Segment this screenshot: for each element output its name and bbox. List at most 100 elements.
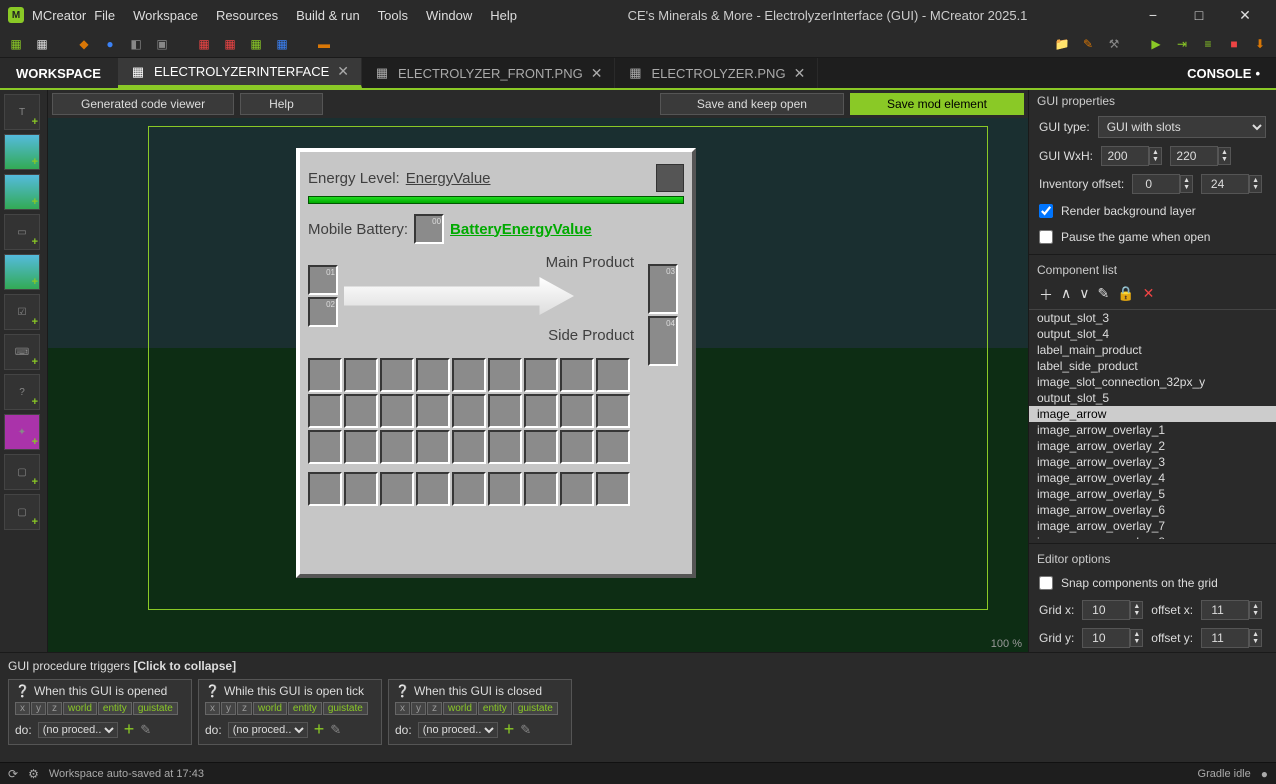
- delete-icon[interactable]: ✕: [1143, 285, 1155, 305]
- offset-y-input[interactable]: [1201, 628, 1249, 648]
- grid-y-input[interactable]: [1082, 628, 1130, 648]
- toolbar-icon[interactable]: ⇥: [1172, 34, 1192, 54]
- edit-procedure-icon[interactable]: ✎: [330, 722, 341, 738]
- component-list-item[interactable]: label_side_product: [1029, 358, 1276, 374]
- palette-tooltip-tool[interactable]: ?: [4, 374, 40, 410]
- inv-offset-x-input[interactable]: [1132, 174, 1180, 194]
- inventory-slot[interactable]: [308, 430, 342, 464]
- toolbar-icon[interactable]: ▣: [152, 34, 172, 54]
- menu-file[interactable]: File: [86, 4, 123, 27]
- toolbar-icon[interactable]: ▦: [220, 34, 240, 54]
- inventory-slot[interactable]: [524, 358, 558, 392]
- help-icon[interactable]: ❔: [15, 684, 30, 698]
- hotbar-slot[interactable]: [560, 472, 594, 506]
- lock-icon[interactable]: 🔒: [1117, 285, 1134, 305]
- spinner-arrows[interactable]: ▲▼: [1180, 175, 1193, 193]
- edit-icon[interactable]: ✎: [1098, 285, 1110, 305]
- component-list-item[interactable]: image_arrow_overlay_7: [1029, 518, 1276, 534]
- inventory-slot[interactable]: [524, 430, 558, 464]
- help-icon[interactable]: ❔: [205, 684, 220, 698]
- inventory-slot[interactable]: [416, 430, 450, 464]
- toolbar-icon[interactable]: ◧: [126, 34, 146, 54]
- pause-checkbox[interactable]: [1039, 230, 1053, 244]
- palette-output-slot-tool[interactable]: ▢: [4, 494, 40, 530]
- slot-02[interactable]: 02: [308, 297, 338, 327]
- inventory-slot[interactable]: [524, 394, 558, 428]
- palette-button-tool[interactable]: ▭: [4, 214, 40, 250]
- hotbar-slot[interactable]: [596, 472, 630, 506]
- slot-00[interactable]: 00: [414, 214, 444, 244]
- hotbar-slot[interactable]: [344, 472, 378, 506]
- spinner-arrows[interactable]: ▲▼: [1249, 629, 1262, 647]
- console-tab[interactable]: CONSOLE•: [1171, 58, 1276, 88]
- workspace-tab[interactable]: WORKSPACE: [0, 58, 118, 88]
- inventory-slot[interactable]: [488, 394, 522, 428]
- toolbar-icon[interactable]: ▦: [194, 34, 214, 54]
- toolbar-icon[interactable]: ≡: [1198, 34, 1218, 54]
- add-component-icon[interactable]: ＋: [1039, 285, 1053, 305]
- palette-slot-tool[interactable]: ▢: [4, 454, 40, 490]
- spinner-arrows[interactable]: ▲▼: [1130, 601, 1143, 619]
- inventory-slot[interactable]: [488, 430, 522, 464]
- hotbar-slot[interactable]: [380, 472, 414, 506]
- component-list[interactable]: output_slot_3output_slot_4label_main_pro…: [1029, 309, 1276, 539]
- toolbar-icon[interactable]: ◆: [74, 34, 94, 54]
- menu-tools[interactable]: Tools: [370, 4, 416, 27]
- component-list-item[interactable]: image_slot_connection_32px_y: [1029, 374, 1276, 390]
- palette-imagebutton-tool[interactable]: [4, 254, 40, 290]
- inventory-slot[interactable]: [344, 358, 378, 392]
- toolbar-folder-icon[interactable]: 📁: [1052, 34, 1072, 54]
- component-list-item[interactable]: image_arrow_overlay_1: [1029, 422, 1276, 438]
- inv-offset-y-input[interactable]: [1201, 174, 1249, 194]
- menu-window[interactable]: Window: [418, 4, 480, 27]
- inventory-slot[interactable]: [560, 430, 594, 464]
- slot-03[interactable]: 03: [648, 264, 678, 314]
- edit-procedure-icon[interactable]: ✎: [520, 722, 531, 738]
- component-list-item[interactable]: image_arrow_overlay_6: [1029, 502, 1276, 518]
- help-button[interactable]: Help: [240, 93, 323, 115]
- toolbar-stop-icon[interactable]: ■: [1224, 34, 1244, 54]
- inventory-slot[interactable]: [596, 394, 630, 428]
- inventory-slot[interactable]: [380, 358, 414, 392]
- window-minimize-button[interactable]: −: [1130, 0, 1176, 30]
- component-list-item[interactable]: image_arrow: [1029, 406, 1276, 422]
- add-procedure-icon[interactable]: +: [124, 719, 135, 740]
- inventory-slot[interactable]: [344, 430, 378, 464]
- component-list-item[interactable]: image_arrow_overlay_8: [1029, 534, 1276, 539]
- gui-preview-panel[interactable]: Energy Level: EnergyValue Mobile Battery…: [296, 148, 696, 578]
- triggers-header[interactable]: GUI procedure triggers [Click to collaps…: [8, 657, 1268, 679]
- palette-checkbox-tool[interactable]: ☑: [4, 294, 40, 330]
- offset-x-input[interactable]: [1201, 600, 1249, 620]
- component-list-item[interactable]: output_slot_5: [1029, 390, 1276, 406]
- move-down-icon[interactable]: ∨: [1079, 285, 1089, 305]
- window-close-button[interactable]: ✕: [1222, 0, 1268, 30]
- menu-build---run[interactable]: Build & run: [288, 4, 368, 27]
- inventory-slot[interactable]: [452, 394, 486, 428]
- inventory-slot[interactable]: [488, 358, 522, 392]
- hotbar-slot[interactable]: [524, 472, 558, 506]
- component-list-item[interactable]: output_slot_4: [1029, 326, 1276, 342]
- component-list-item[interactable]: image_arrow_overlay_3: [1029, 454, 1276, 470]
- component-list-item[interactable]: output_slot_3: [1029, 310, 1276, 326]
- editor-tab[interactable]: ▦ELECTROLYZER.PNG✕: [615, 58, 818, 88]
- spinner-arrows[interactable]: ▲▼: [1130, 629, 1143, 647]
- slot-04[interactable]: 04: [648, 316, 678, 366]
- component-list-item[interactable]: label_main_product: [1029, 342, 1276, 358]
- menu-help[interactable]: Help: [482, 4, 525, 27]
- gui-height-input[interactable]: [1170, 146, 1218, 166]
- toolbar-icon[interactable]: ✎: [1078, 34, 1098, 54]
- toolbar-icon[interactable]: ▦: [6, 34, 26, 54]
- add-procedure-icon[interactable]: +: [314, 719, 325, 740]
- save-keep-open-button[interactable]: Save and keep open: [660, 93, 844, 115]
- inventory-slot[interactable]: [380, 394, 414, 428]
- inventory-slot[interactable]: [308, 358, 342, 392]
- component-list-item[interactable]: image_arrow_overlay_2: [1029, 438, 1276, 454]
- inventory-slot[interactable]: [596, 358, 630, 392]
- toolbar-run-icon[interactable]: ▶: [1146, 34, 1166, 54]
- inventory-slot[interactable]: [596, 430, 630, 464]
- gui-type-select[interactable]: GUI with slots: [1098, 116, 1266, 138]
- inventory-slot[interactable]: [380, 430, 414, 464]
- editor-tab[interactable]: ▦ELECTROLYZERINTERFACE✕: [118, 58, 362, 88]
- toolbar-icon[interactable]: ▦: [32, 34, 52, 54]
- inventory-slot[interactable]: [308, 394, 342, 428]
